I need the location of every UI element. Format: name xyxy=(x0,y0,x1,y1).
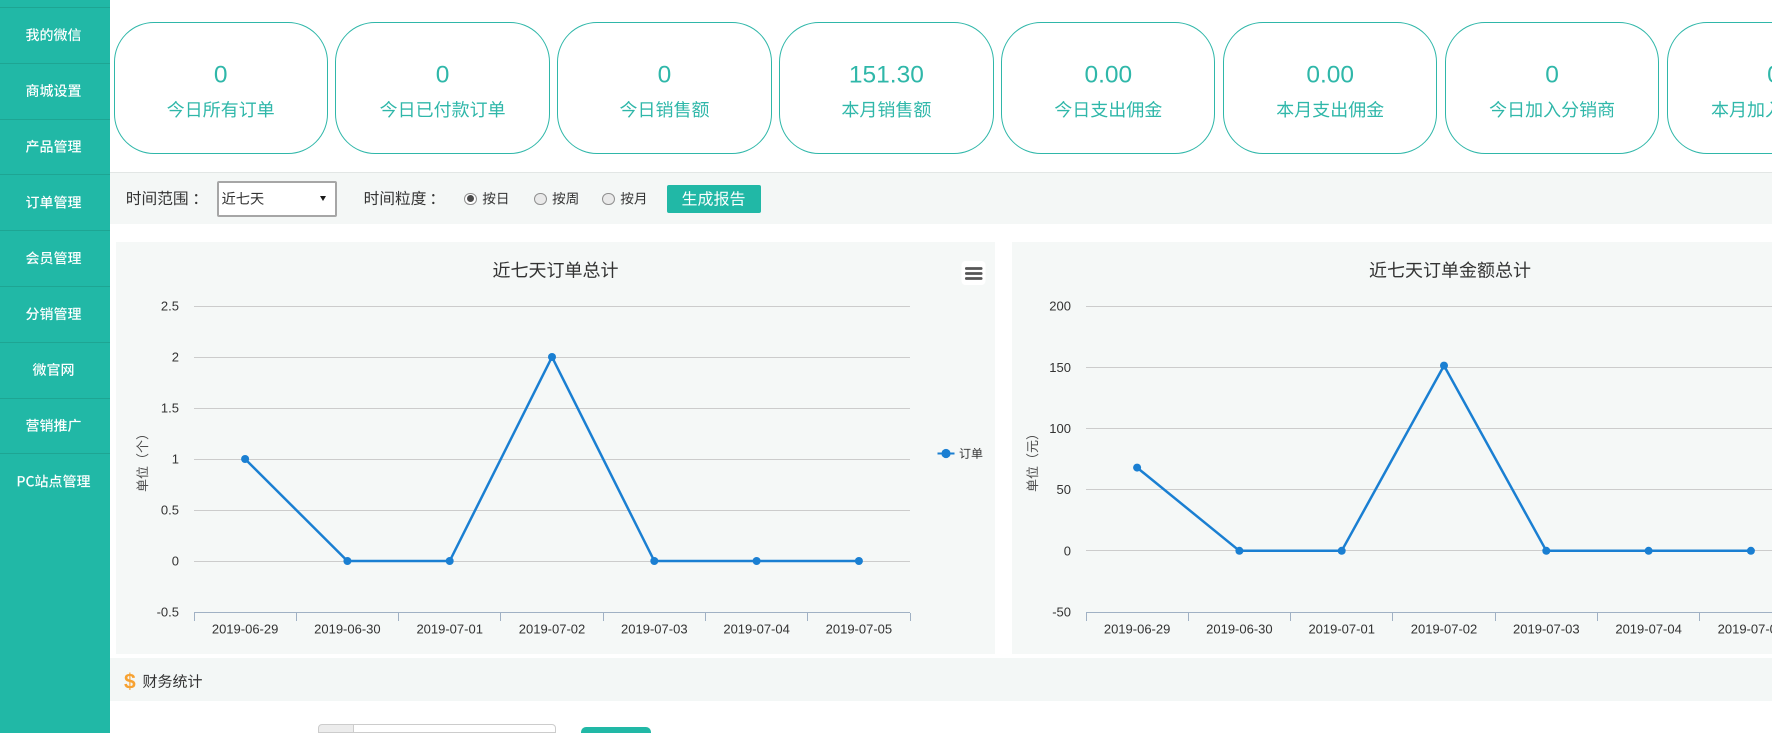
svg-text:2019-06-29: 2019-06-29 xyxy=(1104,622,1171,637)
svg-text:2019-07-02: 2019-07-02 xyxy=(1411,622,1478,637)
svg-text:2019-06-30: 2019-06-30 xyxy=(1206,622,1273,637)
svg-text:2019-07-01: 2019-07-01 xyxy=(416,622,483,637)
svg-text:2019-07-05: 2019-07-05 xyxy=(826,622,893,637)
svg-text:0.00: 0.00 xyxy=(1306,62,1354,89)
svg-text:0: 0 xyxy=(1064,543,1071,558)
svg-text:2019-06-29: 2019-06-29 xyxy=(212,622,279,637)
svg-text:2019-07-04: 2019-07-04 xyxy=(1615,622,1682,637)
svg-text:0: 0 xyxy=(658,62,672,89)
svg-text:100: 100 xyxy=(1049,421,1071,436)
svg-text:-0.5: -0.5 xyxy=(157,605,179,620)
svg-text:0: 0 xyxy=(1767,62,1772,89)
svg-text:2.5: 2.5 xyxy=(161,299,179,314)
svg-text:$: $ xyxy=(124,670,136,693)
svg-text:-50: -50 xyxy=(1052,605,1071,620)
svg-text:2019-07-04: 2019-07-04 xyxy=(723,622,790,637)
svg-text:2019-07-03: 2019-07-03 xyxy=(621,622,688,637)
svg-text:50: 50 xyxy=(1057,482,1071,497)
svg-text:2: 2 xyxy=(172,350,179,365)
svg-text:0: 0 xyxy=(214,62,228,89)
svg-text:1: 1 xyxy=(172,452,179,467)
svg-text:151.30: 151.30 xyxy=(849,62,924,89)
svg-text:1.5: 1.5 xyxy=(161,401,179,416)
svg-text:0: 0 xyxy=(1545,62,1559,89)
svg-text:2019-07-03: 2019-07-03 xyxy=(1513,622,1580,637)
svg-text:2019-07-05: 2019-07-05 xyxy=(1718,622,1772,637)
svg-text:0: 0 xyxy=(436,62,450,89)
svg-text:150: 150 xyxy=(1049,360,1071,375)
svg-text:2019-06-30: 2019-06-30 xyxy=(314,622,381,637)
svg-text:200: 200 xyxy=(1049,299,1071,314)
svg-text:2019-07-02: 2019-07-02 xyxy=(519,622,586,637)
svg-text:2019-07-01: 2019-07-01 xyxy=(1308,622,1375,637)
svg-text:0.5: 0.5 xyxy=(161,503,179,518)
svg-text:0.00: 0.00 xyxy=(1084,62,1132,89)
svg-text:0: 0 xyxy=(172,554,179,569)
